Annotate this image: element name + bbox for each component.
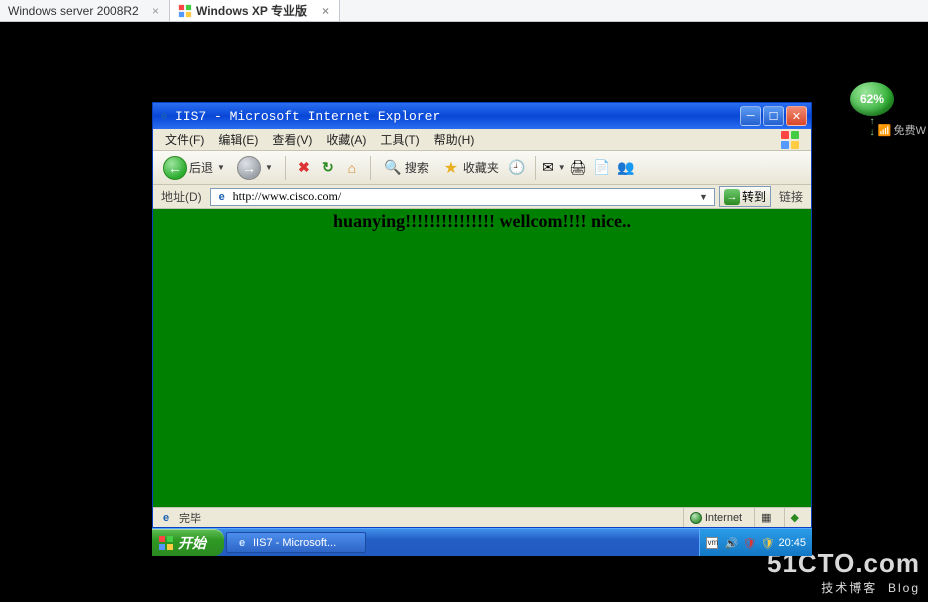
windows-icon <box>178 4 192 18</box>
chevron-down-icon[interactable]: ▼ <box>217 163 225 172</box>
print-button[interactable]: 🖨 <box>568 158 588 178</box>
windows-icon <box>158 535 174 551</box>
ie-page-icon: e <box>215 190 229 204</box>
address-bar: 地址(D) e ▼ → 转到 链接 <box>153 185 811 209</box>
menu-help[interactable]: 帮助(H) <box>428 129 481 150</box>
taskbar-item-ie[interactable]: e IIS7 - Microsoft... <box>226 532 366 553</box>
back-arrow-icon: ← <box>163 156 187 180</box>
history-button[interactable]: 🕘 <box>507 158 527 178</box>
window-titlebar[interactable]: e IIS7 - Microsoft Internet Explorer ─ ☐… <box>153 103 811 129</box>
go-button[interactable]: → 转到 <box>719 186 771 207</box>
windows-flag-icon <box>773 131 805 149</box>
globe-icon <box>690 512 702 524</box>
ie-icon: e <box>157 109 171 123</box>
chevron-down-icon[interactable]: ▼ <box>697 192 710 202</box>
tray-vm-icon[interactable]: vm <box>706 537 718 549</box>
minimize-button[interactable]: ─ <box>740 106 761 126</box>
battery-percent: 62% <box>850 82 894 116</box>
address-label: 地址(D) <box>157 188 206 205</box>
status-text: 完毕 <box>179 510 201 526</box>
tray-network-icon[interactable]: 🔊 <box>724 537 736 549</box>
page-heading: huanying!!!!!!!!!!!!!!! wellcom!!!! nice… <box>333 211 631 507</box>
status-icon[interactable]: ▦ <box>754 508 777 527</box>
edit-button[interactable]: 📄 <box>592 158 612 178</box>
system-tray: vm 🔊 🛡 🛡 20:45 <box>699 529 812 556</box>
close-icon[interactable]: × <box>150 4 161 18</box>
menu-edit[interactable]: 编辑(E) <box>212 129 264 150</box>
guest-desktop: e IIS7 - Microsoft Internet Explorer ─ ☐… <box>152 102 812 556</box>
forward-button[interactable]: → ▼ <box>233 154 277 182</box>
url-input[interactable] <box>233 189 693 204</box>
menu-tools[interactable]: 工具(T) <box>374 129 425 150</box>
back-button[interactable]: ← 后退 ▼ <box>159 154 229 182</box>
forward-arrow-icon: → <box>237 156 261 180</box>
host-tab-label: Windows server 2008R2 <box>8 4 139 18</box>
refresh-button[interactable]: ↻ <box>318 158 338 178</box>
host-tab-strip: Windows server 2008R2 × Windows XP 专业版 × <box>0 0 928 22</box>
window-title: IIS7 - Microsoft Internet Explorer <box>175 109 736 124</box>
chevron-down-icon[interactable]: ▼ <box>265 163 273 172</box>
star-icon: ★ <box>441 158 461 178</box>
tray-clock[interactable]: 20:45 <box>778 537 806 549</box>
host-tab-server2008[interactable]: Windows server 2008R2 × <box>0 0 170 21</box>
status-bar: e 完毕 Internet ▦ ◆ <box>153 507 811 527</box>
address-box[interactable]: e ▼ <box>210 188 715 206</box>
taskbar: 开始 e IIS7 - Microsoft... vm 🔊 🛡 🛡 20:45 <box>152 528 812 556</box>
search-icon: 🔍 <box>383 158 403 178</box>
go-arrow-icon: → <box>724 189 740 205</box>
menu-view[interactable]: 查看(V) <box>266 129 318 150</box>
ie-icon: e <box>235 536 249 550</box>
mail-button[interactable]: ✉▼ <box>544 158 564 178</box>
tray-security-icon[interactable]: 🛡 <box>760 537 772 549</box>
wifi-icon: 📶 <box>878 124 892 137</box>
status-icon[interactable]: ◆ <box>784 508 805 527</box>
menu-file[interactable]: 文件(F) <box>159 129 210 150</box>
menu-favorites[interactable]: 收藏(A) <box>320 129 372 150</box>
host-tab-label: Windows XP 专业版 <box>196 2 307 19</box>
toolbar: ← 后退 ▼ → ▼ ✖ ↻ ⌂ 🔍 搜索 ★ <box>153 151 811 185</box>
favorites-button[interactable]: ★ 收藏夹 <box>437 156 503 180</box>
close-button[interactable]: ✕ <box>786 106 807 126</box>
stop-button[interactable]: ✖ <box>294 158 314 178</box>
wifi-indicator[interactable]: 📶 免费W <box>878 122 926 138</box>
close-icon[interactable]: × <box>320 4 331 18</box>
ie-window: e IIS7 - Microsoft Internet Explorer ─ ☐… <box>152 102 812 528</box>
links-button[interactable]: 链接 <box>775 188 807 205</box>
tray-shield-icon[interactable]: 🛡 <box>742 537 754 549</box>
search-button[interactable]: 🔍 搜索 <box>379 156 433 180</box>
start-button[interactable]: 开始 <box>152 529 224 556</box>
messenger-button[interactable]: 👥 <box>616 158 636 178</box>
host-tab-winxp[interactable]: Windows XP 专业版 × <box>170 0 340 21</box>
zone-indicator[interactable]: Internet <box>683 508 748 527</box>
home-button[interactable]: ⌂ <box>342 158 362 178</box>
page-viewport: huanying!!!!!!!!!!!!!!! wellcom!!!! nice… <box>153 209 811 507</box>
ie-icon: e <box>159 511 173 525</box>
maximize-button[interactable]: ☐ <box>763 106 784 126</box>
host-viewport: 62% ↑↓ 📶 免费W 51CTO.com 技术博客 Blog e IIS7 … <box>0 22 928 602</box>
menu-bar: 文件(F) 编辑(E) 查看(V) 收藏(A) 工具(T) 帮助(H) <box>153 129 811 151</box>
